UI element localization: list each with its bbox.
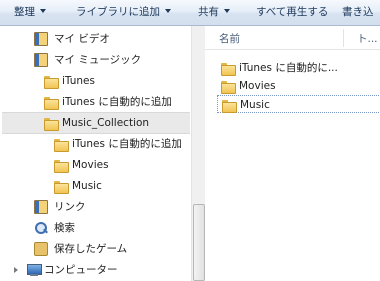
folder-icon (221, 79, 236, 94)
nav-item-label: リンク (54, 201, 86, 213)
file-name: Music (240, 99, 270, 111)
organize-button[interactable]: 整理 (14, 0, 46, 25)
file-name: Movies (239, 80, 276, 92)
nav-item-my-videos[interactable]: マイ ビデオ (34, 29, 184, 50)
nav-item-saved-games[interactable]: 保存したゲーム (34, 239, 184, 260)
folder-icon (44, 116, 59, 131)
add-to-library-button[interactable]: ライブラリに追加 (76, 0, 171, 25)
nav-item-label: 保存したゲーム (54, 243, 128, 255)
search-icon (34, 221, 48, 235)
folder-icon (221, 61, 236, 76)
nav-item-label: Music (72, 180, 102, 192)
nav-item-label: コンピューター (44, 264, 118, 276)
nav-item-search[interactable]: 検索 (34, 218, 184, 239)
organize-label: 整理 (14, 6, 35, 18)
play-all-button[interactable]: すべて再生する (256, 0, 328, 25)
expand-arrow-icon[interactable] (14, 267, 18, 273)
folder-icon (222, 98, 237, 113)
library-folder-icon (34, 53, 48, 67)
folder-icon (44, 74, 59, 89)
nav-item-computer[interactable]: コンピューター (14, 260, 184, 281)
folder-icon (44, 95, 59, 110)
nav-item-label: マイ ビデオ (54, 33, 110, 45)
column-type-header[interactable]: ト... (357, 31, 378, 46)
column-name-header[interactable]: 名前 (219, 31, 240, 46)
navigation-pane: マイ ビデオ マイ ミュージック iTunes iTunes に自動的に追加 M… (0, 26, 205, 281)
burn-button[interactable]: 書き込 (342, 0, 374, 25)
library-folder-icon (34, 32, 48, 46)
nav-item-itunes[interactable]: iTunes (44, 71, 184, 92)
file-row[interactable]: Movies (217, 77, 377, 95)
folder-icon (54, 137, 69, 152)
column-header: 名前 ト... (205, 26, 380, 50)
scrollbar-thumb[interactable] (193, 204, 205, 281)
command-toolbar: 整理 ライブラリに追加 共有 すべて再生する 書き込 (0, 0, 380, 26)
chevron-down-icon (165, 9, 171, 13)
nav-item-label: iTunes (62, 75, 95, 87)
share-button[interactable]: 共有 (198, 0, 230, 25)
nav-item-label: iTunes に自動的に追加 (62, 96, 172, 108)
nav-item-collection-itunes-auto-add[interactable]: iTunes に自動的に追加 (54, 134, 189, 155)
nav-item-label: 検索 (54, 222, 75, 234)
links-icon (34, 200, 48, 214)
nav-item-links[interactable]: リンク (34, 197, 184, 218)
computer-icon (26, 263, 42, 277)
file-list-pane: 名前 ト... iTunes に自動的に... Movies Music (205, 26, 380, 281)
nav-scrollbar[interactable] (191, 26, 205, 281)
file-row[interactable]: iTunes に自動的に... (217, 59, 377, 77)
column-divider[interactable] (343, 29, 344, 47)
nav-item-music[interactable]: Music (54, 176, 184, 197)
saved-games-icon (34, 242, 48, 256)
folder-icon (54, 179, 69, 194)
nav-item-label: iTunes に自動的に追加 (72, 138, 182, 150)
nav-item-label: Music_Collection (62, 117, 150, 129)
nav-item-music-collection[interactable]: Music_Collection (2, 112, 190, 134)
nav-item-itunes-auto-add[interactable]: iTunes に自動的に追加 (44, 92, 189, 113)
folder-icon (54, 158, 69, 173)
chevron-down-icon (40, 9, 46, 13)
file-row[interactable]: Music (217, 95, 380, 113)
burn-label: 書き込 (342, 6, 374, 18)
nav-item-label: マイ ミュージック (54, 54, 142, 66)
file-name: iTunes に自動的に... (239, 62, 338, 74)
nav-item-my-music[interactable]: マイ ミュージック (34, 50, 184, 71)
share-label: 共有 (198, 6, 219, 18)
nav-item-movies[interactable]: Movies (54, 155, 184, 176)
play-all-label: すべて再生する (256, 6, 329, 18)
nav-item-label: Movies (72, 159, 109, 171)
chevron-down-icon (224, 9, 230, 13)
add-to-library-label: ライブラリに追加 (76, 6, 160, 18)
